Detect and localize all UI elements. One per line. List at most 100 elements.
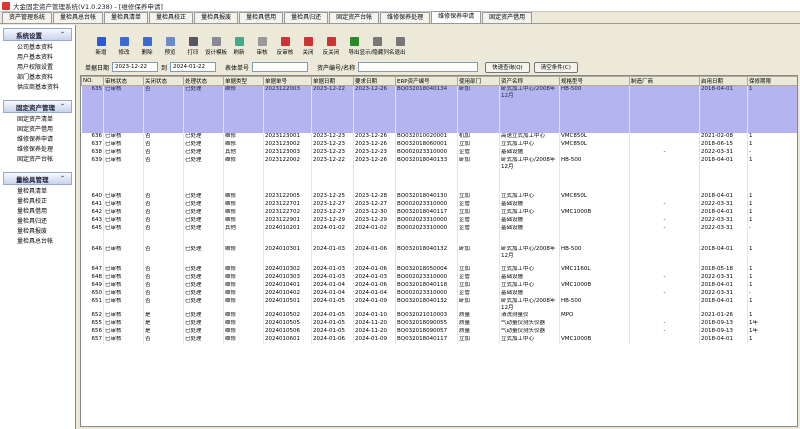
- sidebar-item[interactable]: 量检具清单: [17, 187, 72, 197]
- table-row[interactable]: 637 已审核否已处理 维修 2023123002 2023-12-23 2023-12-…: [81, 140, 797, 149]
- sidebar-item[interactable]: 固定资产清单: [17, 115, 72, 125]
- column-header[interactable]: 审核状态: [103, 76, 144, 86]
- table-cell: 否: [143, 289, 184, 298]
- table-row[interactable]: 635 已审核否已处理 维修 2023122003 2023-12-22 2023-12-…: [81, 85, 797, 133]
- sidebar-item[interactable]: 量检具总台帐: [17, 237, 72, 247]
- toolbar-button-7[interactable]: 审核: [252, 37, 272, 56]
- table-cell: VMC850L: [559, 132, 630, 141]
- quick-query-button[interactable]: 快速查询(Q): [485, 61, 530, 73]
- column-header[interactable]: ERP资产编号: [395, 76, 458, 86]
- tab-2[interactable]: 量检具清单: [104, 12, 149, 23]
- table-row[interactable]: 641 已审核否已处理 维修 2023122701 2023-12-27 2023-12-…: [81, 200, 797, 209]
- to-label: 到: [161, 64, 168, 72]
- column-header[interactable]: 关闭状态: [143, 76, 184, 86]
- table-cell: 2021-01-26: [699, 311, 748, 320]
- sidebar-group-header[interactable]: 量检具管理 ⌃: [3, 172, 72, 185]
- chevron-up-icon[interactable]: ⌃: [60, 31, 65, 38]
- table-cell: -: [747, 289, 797, 298]
- clear-conditions-button[interactable]: 清空条件(C): [533, 61, 578, 73]
- sidebar-group-header[interactable]: 系统设置 ⌃: [3, 28, 72, 41]
- sidebar-item[interactable]: 量检具校正: [17, 197, 72, 207]
- sidebar-item[interactable]: 量检具归还: [17, 217, 72, 227]
- table-cell: VMC1000B: [559, 208, 630, 217]
- tab-4[interactable]: 量检具报废: [194, 12, 239, 23]
- date-to-field[interactable]: 2024-01-22: [170, 62, 217, 72]
- tab-5[interactable]: 量检具借用: [239, 12, 284, 23]
- sidebar-item[interactable]: 量检具借用: [17, 207, 72, 217]
- column-header[interactable]: 单据类型: [223, 76, 264, 86]
- table-row[interactable]: 650 已审核否已处理 维修 2024010402 2024-01-04 2024-01-…: [81, 289, 797, 298]
- asset-field[interactable]: [358, 62, 479, 72]
- table-row[interactable]: 647 已审核否已处理 维修 2024010302 2024-01-03 2024-01-…: [81, 265, 797, 274]
- toolbar-button-0[interactable]: 新增: [91, 37, 111, 56]
- table-row[interactable]: 642 已审核否已处理 维修 2023122702 2023-12-27 2023-12-…: [81, 208, 797, 217]
- sidebar-item[interactable]: 量检具报废: [17, 227, 72, 237]
- column-header[interactable]: 单据日期: [311, 76, 354, 86]
- sidebar-item[interactable]: 维修保养处理: [17, 145, 72, 155]
- table-row[interactable]: 655 已审核是已处理 维修 2024010505 2024-01-05 2024-11-…: [81, 319, 797, 328]
- tab-6[interactable]: 量检具归还: [284, 12, 329, 23]
- column-header[interactable]: 要求日期: [353, 76, 396, 86]
- sidebar-item[interactable]: 供应商基本资料: [17, 83, 72, 93]
- toolbar-button-13[interactable]: 退出: [390, 37, 410, 56]
- table-row[interactable]: 652 已审核是已处理 维修 2024010502 2024-01-05 2024-01-…: [81, 311, 797, 320]
- table-cell: 已审核: [103, 85, 144, 133]
- chevron-up-icon[interactable]: ⌃: [60, 175, 65, 182]
- toolbar-button-6[interactable]: 刷新: [229, 37, 249, 56]
- column-header[interactable]: 保修期限: [747, 76, 797, 86]
- data-grid[interactable]: NO. 审核状态 关闭状态 处理状态 单据类型 单据单号 单据日期 要求日期 ERP资产编号 使用…: [80, 75, 798, 427]
- tab-7[interactable]: 固定资产台帐: [329, 12, 380, 23]
- tab-0[interactable]: 资产管理系统: [2, 12, 53, 23]
- sidebar-item[interactable]: 用户权限设置: [17, 63, 72, 73]
- toolbar-button-3[interactable]: 预览: [160, 37, 180, 56]
- column-header[interactable]: 单据单号: [263, 76, 312, 86]
- column-header[interactable]: 启用日期: [699, 76, 748, 86]
- sidebar-group-header[interactable]: 固定资产管理 ⌃: [3, 100, 72, 113]
- toolbar-button-5[interactable]: 设计模板: [205, 37, 227, 56]
- tab-1[interactable]: 量检具总台帐: [53, 12, 104, 23]
- tab-8[interactable]: 维修保养处理: [380, 12, 431, 23]
- sidebar-item[interactable]: 用户基本资料: [17, 53, 72, 63]
- tab-9[interactable]: 维修保养申请: [431, 11, 482, 23]
- column-header[interactable]: NO.: [81, 76, 104, 86]
- tab-10[interactable]: 固定资产借用: [482, 12, 533, 23]
- column-header[interactable]: 制造厂商: [629, 76, 700, 86]
- sidebar-item[interactable]: 部门基本资料: [17, 73, 72, 83]
- sidebar-item[interactable]: 固定资产台帐: [17, 155, 72, 165]
- toolbar-button-2[interactable]: 删除: [137, 37, 157, 56]
- bill-no-field[interactable]: [252, 62, 309, 72]
- sidebar-item[interactable]: 固定资产借用: [17, 125, 72, 135]
- column-header[interactable]: 处理状态: [183, 76, 224, 86]
- toolbar-button-12[interactable]: 显示/隐藏列名: [360, 37, 394, 56]
- toolbar-button-10[interactable]: 反关闭: [321, 37, 341, 56]
- column-header[interactable]: 使用部门: [457, 76, 500, 86]
- toolbar-button-8[interactable]: 反审核: [275, 37, 295, 56]
- toolbar-button-4[interactable]: 打印: [183, 37, 203, 56]
- date-from-field[interactable]: 2023-12-22: [112, 62, 159, 72]
- table-cell: 646: [81, 245, 104, 266]
- table-row[interactable]: 656 已审核是已处理 维修 2024010506 2024-01-05 2024-11-…: [81, 327, 797, 336]
- column-header[interactable]: 资产名称: [499, 76, 560, 86]
- toolbar-button-9[interactable]: 关闭: [298, 37, 318, 56]
- chevron-up-icon[interactable]: ⌃: [60, 103, 65, 110]
- table-row[interactable]: 645 已审核否已处理 其他 2024010201 2024-01-02 2024-01-…: [81, 224, 797, 246]
- table-row[interactable]: 643 已审核否已处理 维修 2023122901 2023-12-29 2023-12-…: [81, 216, 797, 225]
- table-row[interactable]: 648 已审核否已处理 维修 2024010303 2024-01-03 2024-01-…: [81, 273, 797, 282]
- table-cell: 企管: [457, 200, 500, 209]
- table-row[interactable]: 649 已审核否已处理 维修 2024010401 2024-01-04 2024-01-…: [81, 281, 797, 290]
- tab-3[interactable]: 量检具校正: [149, 12, 194, 23]
- table-row[interactable]: 651 已审核否已处理 维修 2024010501 2024-01-05 2024-01-…: [81, 297, 797, 312]
- column-header[interactable]: 规格型号: [559, 76, 630, 86]
- table-row[interactable]: 640 已审核否已处理 维修 2023122005 2023-12-25 2023-12-…: [81, 192, 797, 201]
- table-row[interactable]: 638 已审核否已处理 其他 2023123003 2023-12-23 2023-12-…: [81, 148, 797, 157]
- sidebar-item[interactable]: 公司基本资料: [17, 43, 72, 53]
- sidebar-item[interactable]: 维修保养申请: [17, 135, 72, 145]
- table-cell: 维修: [223, 327, 264, 336]
- table-cell: [629, 156, 700, 193]
- table-row[interactable]: 639 已审核否已处理 维修 2023122002 2023-12-22 2023-12-…: [81, 156, 797, 193]
- table-row[interactable]: 636 已审核否已处理 维修 2023123001 2023-12-23 2023-12-…: [81, 132, 797, 141]
- table-row[interactable]: 646 已审核否已处理 维修 2024010301 2024-01-03 2024-01-…: [81, 245, 797, 266]
- table-row[interactable]: 657 已审核否已处理 维修 2024010601 2024-01-06 2024-01-…: [81, 335, 797, 344]
- toolbar-button-1[interactable]: 修改: [114, 37, 134, 56]
- table-cell: 卧式加工中心/2008年12月: [499, 245, 560, 266]
